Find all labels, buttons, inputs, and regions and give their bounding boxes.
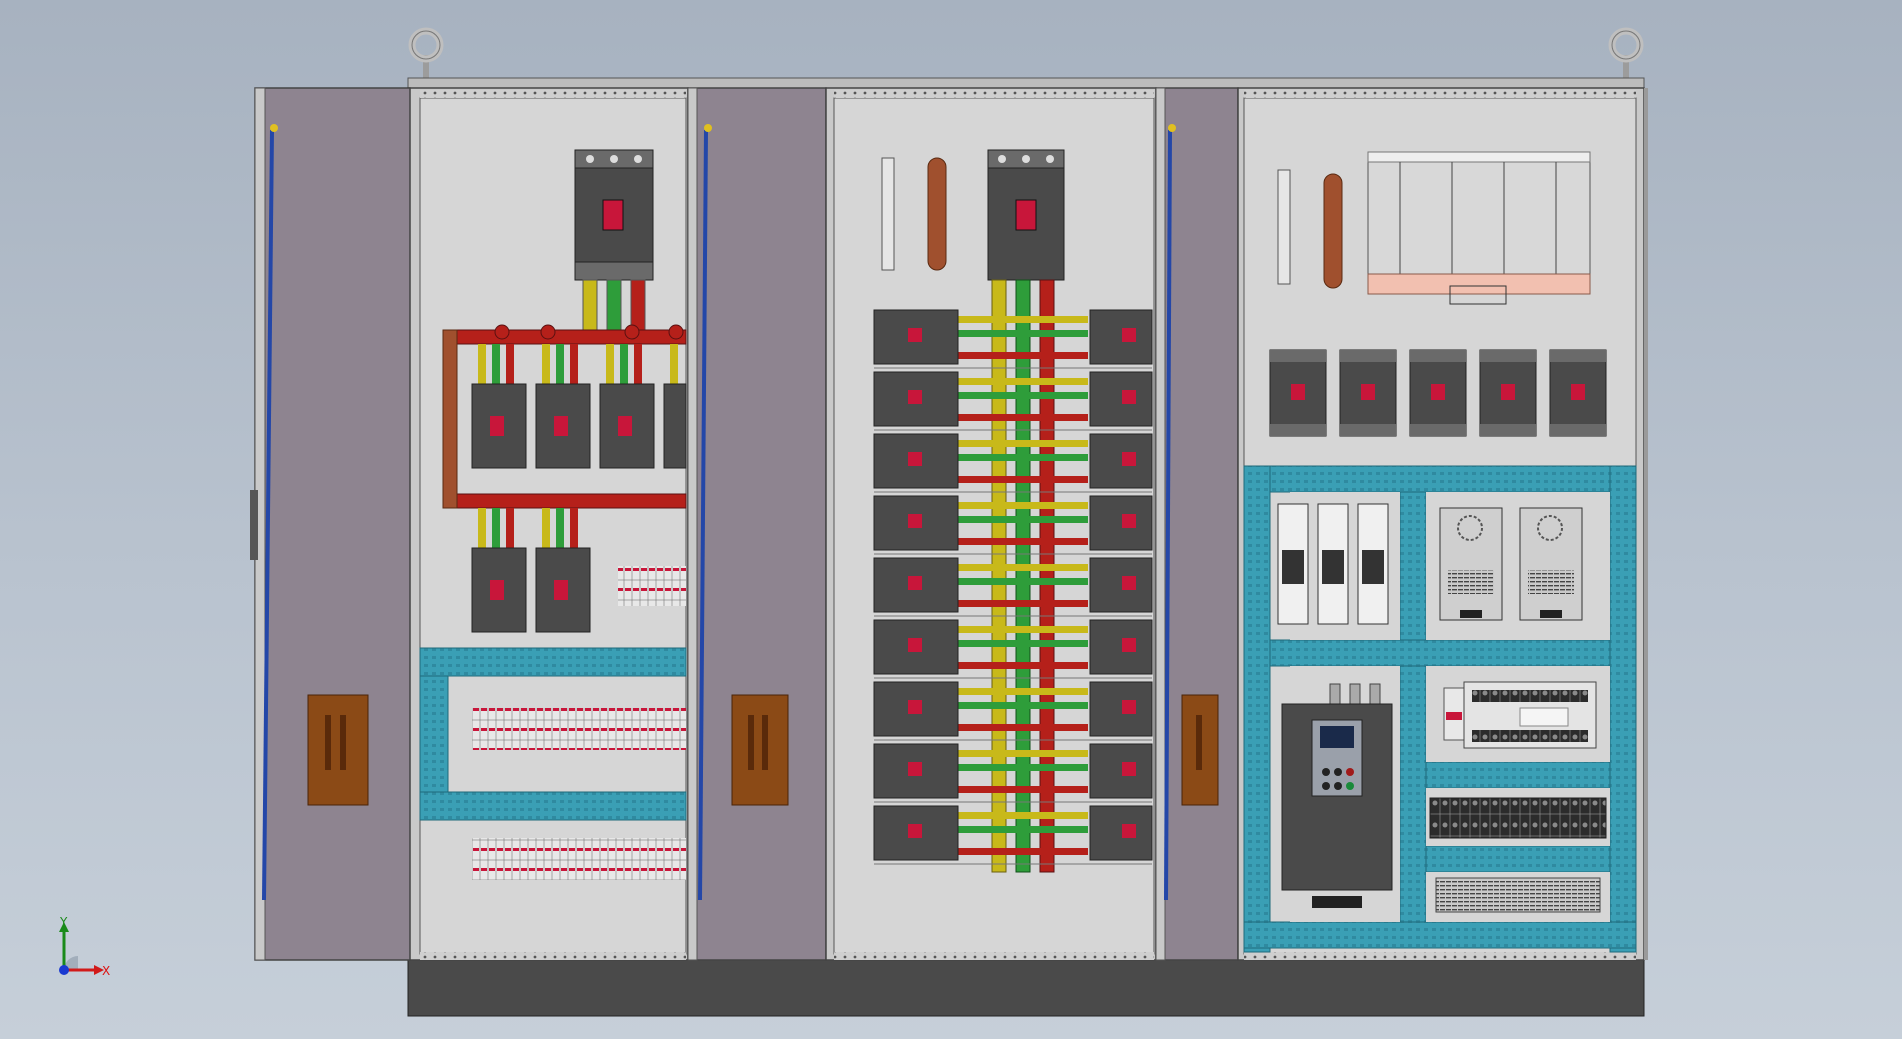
switchgear-cabinet-model[interactable] xyxy=(0,0,1902,1039)
feeder-breaker[interactable] xyxy=(873,557,959,613)
cabinet-plinth xyxy=(407,959,1645,1017)
cable-duct xyxy=(419,647,687,677)
busbar-l2 xyxy=(1015,279,1031,873)
cad-viewport[interactable]: X Y xyxy=(0,0,1902,1039)
feeder-breaker[interactable] xyxy=(873,495,959,551)
cabinet-section-middle[interactable] xyxy=(825,87,1157,961)
coordinate-triad xyxy=(59,922,104,975)
triad-x-label: X xyxy=(102,964,111,978)
triad-y-label: Y xyxy=(60,915,68,929)
terminal-block-small xyxy=(618,566,686,606)
ground-bar xyxy=(1323,173,1343,289)
plc-module[interactable] xyxy=(1443,681,1597,749)
branch-breaker[interactable] xyxy=(1479,349,1537,437)
feeder-breaker[interactable] xyxy=(1089,557,1153,613)
feeder-breaker[interactable] xyxy=(873,681,959,737)
feeder-breaker[interactable] xyxy=(873,619,959,675)
feeder-breaker[interactable] xyxy=(1089,619,1153,675)
feeder-breaker[interactable] xyxy=(873,371,959,427)
cable-duct xyxy=(419,675,449,793)
miniature-breaker-rail xyxy=(472,838,686,880)
branch-breaker[interactable] xyxy=(1409,349,1467,437)
feeder-breaker[interactable] xyxy=(1089,371,1153,427)
feeder-breaker[interactable] xyxy=(873,805,959,861)
feeder-breaker[interactable] xyxy=(1089,681,1153,737)
terminal-strip xyxy=(1429,797,1607,839)
feeder-breaker[interactable] xyxy=(1089,433,1153,489)
fuse-holders[interactable] xyxy=(1277,503,1389,625)
feeder-breaker[interactable] xyxy=(1089,805,1153,861)
branch-breaker[interactable] xyxy=(1339,349,1397,437)
busbar-l3 xyxy=(1039,279,1055,873)
feeder-breaker[interactable] xyxy=(873,433,959,489)
door-left[interactable] xyxy=(250,87,411,961)
feeder-breaker[interactable] xyxy=(1089,309,1153,365)
neutral-bar xyxy=(881,157,895,271)
neutral-bar xyxy=(1277,169,1291,285)
main-breaker[interactable] xyxy=(574,149,654,281)
main-breaker[interactable] xyxy=(987,149,1065,281)
feeder-breaker[interactable] xyxy=(1089,495,1153,551)
branch-breaker[interactable] xyxy=(1269,349,1327,437)
feeder-breaker[interactable] xyxy=(1089,743,1153,799)
terminal-strip xyxy=(1435,877,1601,913)
cabinet-section-right[interactable] xyxy=(1237,87,1645,961)
lifting-eye-right xyxy=(1608,27,1644,81)
cabinet-section-left[interactable] xyxy=(407,87,689,961)
miniature-breaker-rail xyxy=(472,708,686,750)
cable-duct xyxy=(419,791,687,821)
busbar-l1 xyxy=(991,279,1007,873)
branch-breakers-row[interactable] xyxy=(1269,349,1607,437)
feeder-breaker[interactable] xyxy=(873,309,959,365)
door-handle[interactable] xyxy=(307,694,369,806)
branch-breaker[interactable] xyxy=(1549,349,1607,437)
cabinet-roof xyxy=(407,77,1645,89)
door-handle[interactable] xyxy=(731,694,789,806)
lifting-eye-left xyxy=(408,27,444,81)
door-middle-left[interactable] xyxy=(687,87,827,961)
capacitor-contactor-assembly[interactable] xyxy=(1367,151,1591,305)
door-middle-right[interactable] xyxy=(1155,87,1239,961)
ground-bar xyxy=(927,157,947,271)
soft-starter[interactable] xyxy=(1281,683,1393,908)
feeder-breaker[interactable] xyxy=(873,743,959,799)
door-handle[interactable] xyxy=(1181,694,1219,806)
